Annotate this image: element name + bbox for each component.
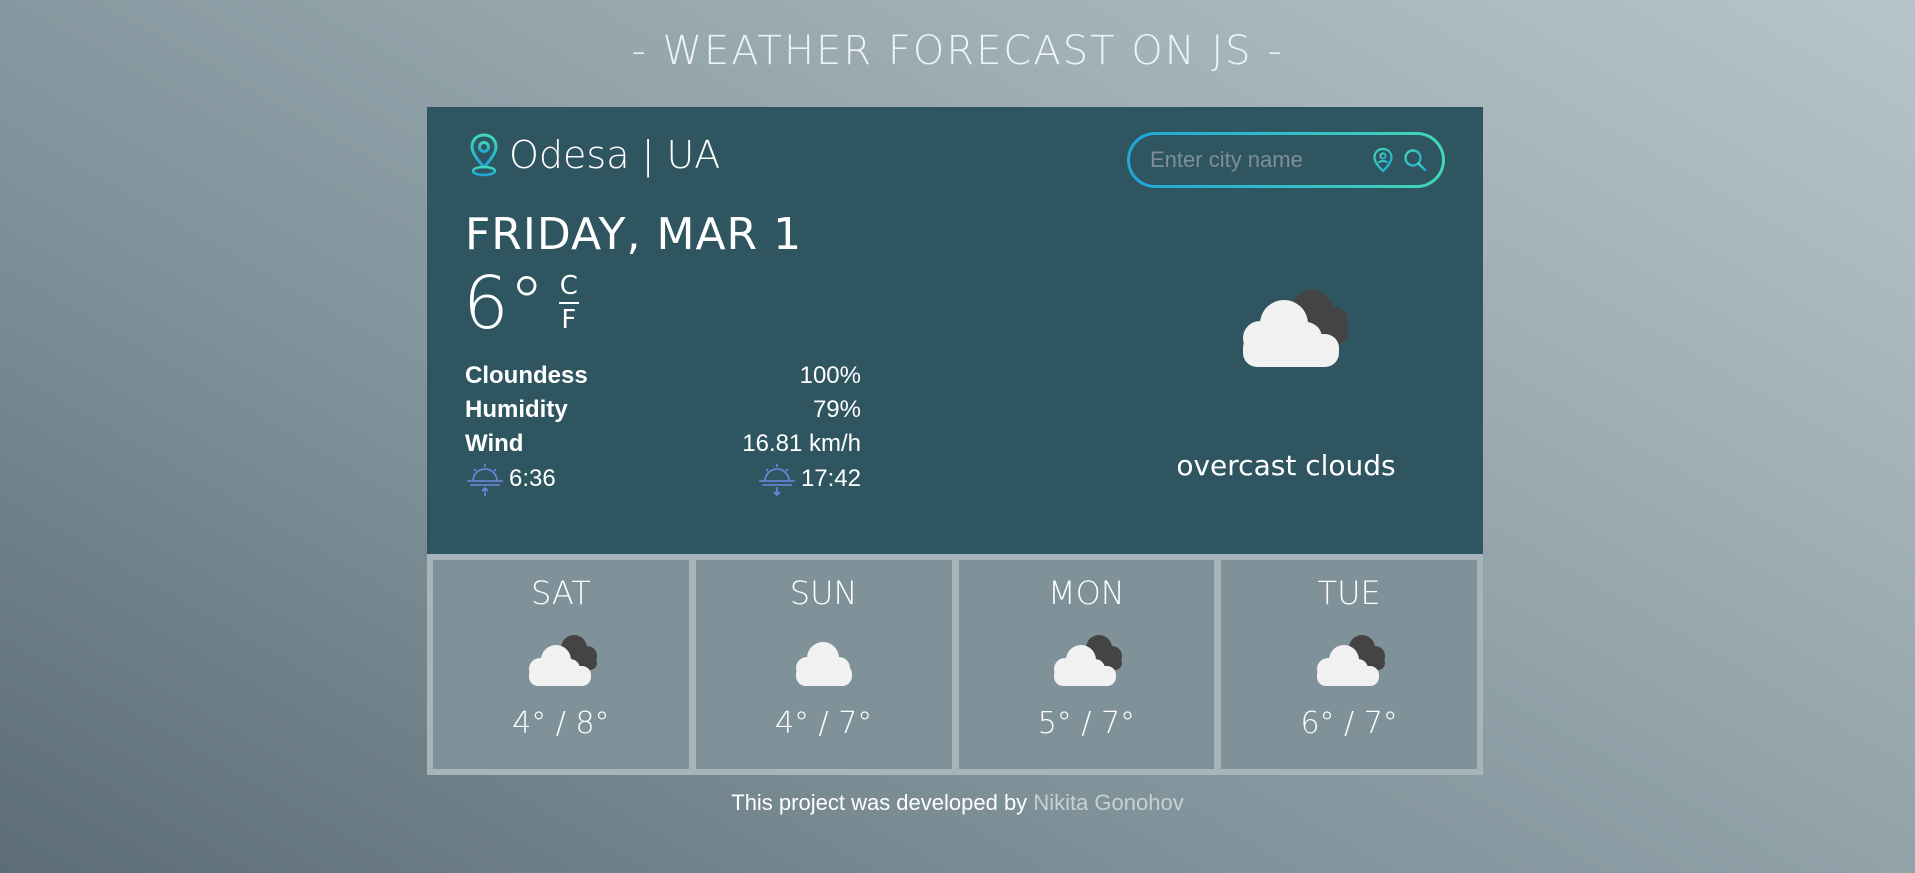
broken-clouds-icon bbox=[1054, 635, 1123, 686]
search-input[interactable] bbox=[1150, 147, 1364, 173]
detail-value: 100% bbox=[799, 362, 861, 389]
forecast-day-name: MON bbox=[1048, 574, 1125, 612]
detail-value: 16.81 km/h bbox=[742, 430, 861, 457]
author-link[interactable]: Nikita Gonohov bbox=[1033, 790, 1183, 815]
weather-details: Cloundess 100% Humidity 79% Wind 16.81 k… bbox=[465, 359, 861, 497]
forecast-day-card: MON 5° / 7° bbox=[958, 560, 1215, 769]
forecast-temperature-range: 5° / 7° bbox=[1037, 706, 1136, 741]
unit-switch: C F bbox=[558, 273, 579, 333]
forecast-day-card: SAT 4° / 8° bbox=[433, 560, 689, 769]
fahrenheit-button[interactable]: F bbox=[561, 307, 576, 333]
sunset-time: 17:42 bbox=[800, 465, 861, 492]
detail-label: Humidity bbox=[465, 396, 568, 423]
footer-text: This project was developed by bbox=[731, 790, 1028, 815]
cloud-icon bbox=[795, 642, 852, 686]
sunrise-time: 6:36 bbox=[509, 465, 556, 492]
current-temperature: 6° bbox=[463, 261, 545, 345]
page-title: - WEATHER FORECAST ON JS - bbox=[631, 28, 1284, 74]
broken-clouds-icon bbox=[1317, 635, 1386, 686]
broken-clouds-icon bbox=[528, 635, 597, 686]
forecast-temperature-range: 4° / 7° bbox=[774, 706, 873, 741]
detail-label: Cloundess bbox=[465, 362, 588, 389]
sunrise-icon bbox=[467, 464, 503, 496]
detail-value: 79% bbox=[812, 396, 861, 423]
footer: This project was developed by Nikita Gon… bbox=[0, 790, 1915, 816]
location-pin-icon bbox=[470, 133, 498, 177]
geolocation-icon[interactable] bbox=[1370, 147, 1396, 173]
forecast-day-card: TUE 6° / 7° bbox=[1221, 560, 1477, 769]
temperature-row: 6° C F bbox=[463, 267, 579, 339]
current-date: FRIDAY, MAR 1 bbox=[465, 209, 803, 260]
forecast-temperature-range: 6° / 7° bbox=[1300, 706, 1398, 741]
forecast-temperature-range: 4° / 8° bbox=[512, 706, 610, 741]
detail-row-cloudiness: Cloundess 100% bbox=[465, 359, 861, 393]
location: Odesa | UA bbox=[469, 133, 720, 177]
sunset-icon bbox=[758, 464, 795, 497]
detail-row-humidity: Humidity 79% bbox=[465, 393, 861, 427]
search-box bbox=[1127, 132, 1445, 188]
current-weather-card: Odesa | UA FRIDAY, MAR 1 6° bbox=[427, 107, 1483, 554]
forecast-day-name: SAT bbox=[530, 574, 591, 612]
forecast-day-name: TUE bbox=[1317, 574, 1381, 612]
sunrise: 6:36 bbox=[465, 461, 556, 497]
detail-label: Wind bbox=[465, 430, 524, 457]
forecast-day-name: SUN bbox=[789, 574, 858, 612]
broken-clouds-icon bbox=[1243, 290, 1348, 367]
sun-times: 6:36 17:42 bbox=[465, 461, 861, 497]
sunset: 17:42 bbox=[757, 461, 861, 497]
city-name: Odesa | UA bbox=[509, 133, 721, 177]
forecast-strip: SAT 4° / 8° SUN 4° / 7° MON 5° / 7° TUE … bbox=[427, 554, 1483, 775]
search-icon[interactable] bbox=[1402, 147, 1428, 173]
weather-description: overcast clouds bbox=[1176, 449, 1396, 482]
unit-divider bbox=[558, 302, 579, 304]
celsius-button[interactable]: C bbox=[560, 273, 578, 299]
detail-row-wind: Wind 16.81 km/h bbox=[465, 427, 861, 461]
forecast-day-card: SUN 4° / 7° bbox=[695, 560, 952, 769]
